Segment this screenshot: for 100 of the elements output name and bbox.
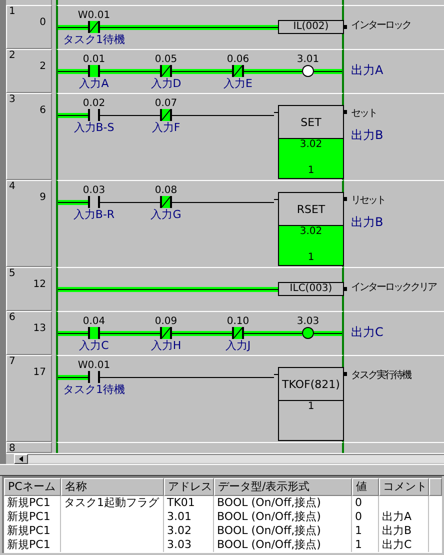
io-comment: 出力A xyxy=(351,64,384,77)
energized-wire xyxy=(58,24,88,30)
energized-wire xyxy=(58,374,88,380)
contact-address: 0.10 xyxy=(226,316,250,327)
empty-column-header[interactable] xyxy=(429,478,442,496)
instruction-name: RSET xyxy=(296,202,326,216)
energized-wire xyxy=(58,200,88,204)
output-coil[interactable] xyxy=(302,327,314,339)
contact-label: 入力D xyxy=(150,77,182,90)
contact-address: 0.01 xyxy=(82,54,106,65)
rung-number: 1 xyxy=(9,6,16,17)
instruction-name: SET xyxy=(300,116,322,128)
operand-value: 1 xyxy=(308,165,314,177)
instruction-box[interactable]: IL(002) xyxy=(278,20,344,34)
output-coil[interactable] xyxy=(302,65,314,77)
rung-number: 3 xyxy=(9,94,16,105)
normally-open-contact[interactable] xyxy=(88,65,100,77)
io-comment: 出力C xyxy=(351,326,384,339)
contact-label: 入力B-R xyxy=(73,208,115,221)
table-cell: TK01 xyxy=(164,496,214,510)
contact-label: タスク1待機 xyxy=(63,383,125,396)
column-header[interactable]: 名称 xyxy=(61,478,164,496)
normally-open-contact[interactable] xyxy=(88,327,100,339)
table-cell: 3.02 xyxy=(164,524,214,538)
column-header[interactable]: データ型/表示形式 xyxy=(214,478,352,496)
contact-label: 入力C xyxy=(79,339,109,352)
energized-wire xyxy=(58,112,88,118)
contact-label: 入力E xyxy=(224,77,252,90)
contact-address: 0.08 xyxy=(154,185,178,196)
energized-wire xyxy=(58,330,88,336)
operand-value: 1 xyxy=(308,252,314,264)
scroll-left-button[interactable] xyxy=(14,454,28,464)
normally-closed-contact[interactable] xyxy=(160,65,172,77)
table-cell: 新規PC1 xyxy=(4,510,61,524)
coil-address: 3.01 xyxy=(296,54,320,65)
column-header[interactable]: 値 xyxy=(352,478,379,496)
rung-comment: インターロッククリア xyxy=(351,282,438,294)
operand-address: 3.02 xyxy=(300,226,322,238)
table-cell: 新規PC1 xyxy=(4,538,61,552)
instruction-name: TKOF(821) xyxy=(282,378,340,390)
table-cell: 0 xyxy=(352,510,379,524)
normally-closed-contact[interactable] xyxy=(88,21,100,33)
function-block[interactable]: RSET 3.02 1 xyxy=(278,192,344,266)
normally-open-contact[interactable] xyxy=(88,109,100,121)
table-cell: 出力C xyxy=(379,538,429,552)
table-cell: BOOL (On/Off,接点) xyxy=(214,496,352,510)
normally-closed-contact[interactable] xyxy=(160,109,172,121)
column-header[interactable]: コメント xyxy=(379,478,429,496)
rung-wire xyxy=(274,112,278,113)
rung-number: 6 xyxy=(9,312,16,323)
contact-address: 0.04 xyxy=(82,316,106,327)
contact-address: 0.03 xyxy=(82,185,106,196)
table-cell: 3.01 xyxy=(164,510,214,524)
operand-address: 3.02 xyxy=(300,139,322,151)
table-cell: BOOL (On/Off,接点) xyxy=(214,524,352,538)
left-arrow-icon xyxy=(19,456,23,462)
splitter-bar[interactable] xyxy=(0,464,444,476)
table-cell: 新規PC1 xyxy=(4,524,61,538)
rung-comment: リセット xyxy=(351,195,386,207)
contact-address: 0.06 xyxy=(226,54,250,65)
rung-comment: セット xyxy=(351,108,378,120)
contact-address: W0.01 xyxy=(78,10,110,21)
table-cell: 1 xyxy=(352,538,379,552)
table-cell: 新規PC1 xyxy=(4,496,61,510)
energized-wire xyxy=(314,330,342,336)
energized-wire xyxy=(58,68,88,74)
table-cell: BOOL (On/Off,接点) xyxy=(214,538,352,552)
table-cell: 0 xyxy=(352,496,379,510)
function-block[interactable]: TKOF(821) 1 xyxy=(278,367,344,441)
table-cell: 出力A xyxy=(379,510,429,524)
contact-label: 入力J xyxy=(225,339,251,352)
normally-closed-contact[interactable] xyxy=(232,327,244,339)
horizontal-scrollbar[interactable] xyxy=(28,454,444,463)
contact-address: W0.01 xyxy=(78,360,110,371)
normally-open-contact[interactable] xyxy=(88,196,100,208)
contact-address: 0.05 xyxy=(154,54,178,65)
operand-value: 1 xyxy=(308,401,314,413)
normally-closed-contact[interactable] xyxy=(160,196,172,208)
column-header[interactable]: PCネーム xyxy=(4,478,61,496)
column-header[interactable]: アドレス xyxy=(164,478,214,496)
rung-number: 5 xyxy=(9,268,16,279)
table-cell: BOOL (On/Off,接点) xyxy=(214,510,352,524)
normally-closed-contact[interactable] xyxy=(160,327,172,339)
step-number: 13 xyxy=(33,323,47,334)
function-block[interactable]: SET 3.02 1 xyxy=(278,105,344,179)
rung-number: 8 xyxy=(9,443,16,453)
table-cell: タスク1起動フラグ xyxy=(61,496,164,510)
instruction-box[interactable]: ILC(003) xyxy=(278,282,344,296)
contact-label: 入力H xyxy=(150,339,182,352)
step-number: 6 xyxy=(40,105,47,116)
energized-wire xyxy=(314,68,342,74)
normally-open-contact[interactable] xyxy=(88,371,100,383)
rung-comment: インターロック xyxy=(351,20,412,32)
rung-number: 7 xyxy=(9,356,16,367)
io-comment: 出力B xyxy=(351,129,384,142)
contact-label: 入力B-S xyxy=(74,121,114,134)
contact-label: 入力G xyxy=(150,208,182,221)
normally-closed-contact[interactable] xyxy=(232,65,244,77)
rung-wire xyxy=(274,374,278,375)
step-number: 0 xyxy=(40,17,47,28)
